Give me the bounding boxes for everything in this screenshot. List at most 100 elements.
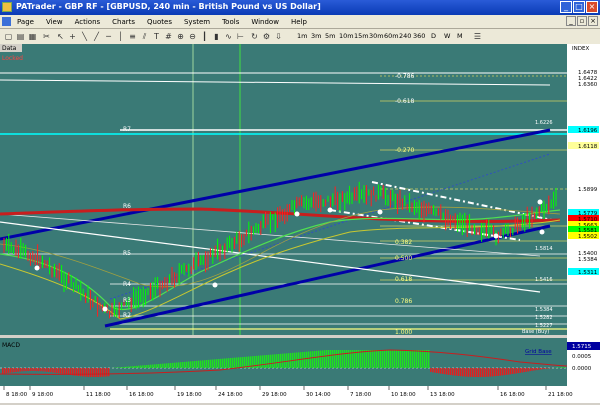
menu-quotes[interactable]: Quotes <box>141 18 178 26</box>
macd-bar <box>320 351 321 369</box>
menu-window[interactable]: Window <box>245 18 285 26</box>
tf-3m[interactable]: 3m <box>311 31 321 42</box>
tf-60m[interactable]: 60m <box>384 31 399 42</box>
candle-icon[interactable]: ▮ <box>211 31 222 42</box>
ray-icon[interactable]: ╱ <box>91 31 102 42</box>
bar-icon[interactable]: ┃ <box>199 31 210 42</box>
menu-help[interactable]: Help <box>285 18 313 26</box>
fib-value: 1.6226 <box>535 120 553 126</box>
open-icon[interactable]: ▤ <box>15 31 26 42</box>
new-icon[interactable]: ▢ <box>3 31 14 42</box>
macd-bar <box>534 368 535 370</box>
tf-360[interactable]: 360 <box>413 31 425 42</box>
macd-bar <box>498 368 499 376</box>
tf-1m[interactable]: 1m <box>297 31 307 42</box>
line-icon[interactable]: ╲ <box>79 31 90 42</box>
macd-bar <box>478 368 479 377</box>
macd-bar <box>490 368 491 377</box>
vline-icon[interactable]: │ <box>115 31 126 42</box>
properties-icon[interactable]: ☰ <box>472 31 483 42</box>
macd-bar <box>390 350 391 368</box>
macd-bar <box>272 355 273 369</box>
macd-bar <box>446 368 447 375</box>
period-daily[interactable]: D <box>431 31 436 42</box>
menu-actions[interactable]: Actions <box>69 18 107 26</box>
export-icon[interactable]: ⇩ <box>273 31 284 42</box>
macd-bar <box>424 350 425 368</box>
macd-bar <box>196 361 197 368</box>
period-weekly[interactable]: W <box>444 31 450 42</box>
tf-30m[interactable]: 30m <box>369 31 384 42</box>
pane-separator[interactable] <box>0 335 567 338</box>
macd-bar <box>6 368 7 373</box>
macd-bar <box>16 368 17 372</box>
chart-canvas[interactable]: -0.786 -0.618 -0.270 0.382 0.500 0.618 0… <box>0 44 600 403</box>
menu-page[interactable]: Page <box>11 18 40 26</box>
hline-icon[interactable]: ─ <box>103 31 114 42</box>
macd-bar <box>264 355 265 368</box>
tf-10m[interactable]: 10m <box>339 31 354 42</box>
time-label: 13 18:00 <box>430 392 455 398</box>
cut-icon[interactable]: ✂ <box>41 31 52 42</box>
chart-area[interactable]: -0.786 -0.618 -0.270 0.382 0.500 0.618 0… <box>0 44 600 403</box>
macd-bar <box>256 356 257 368</box>
mdi-close-button[interactable]: × <box>588 16 598 26</box>
macd-bar <box>362 350 363 368</box>
close-button[interactable]: × <box>586 1 598 13</box>
menu-charts[interactable]: Charts <box>106 18 141 26</box>
zoom-in-icon[interactable]: ⊕ <box>175 31 186 42</box>
macd-bar <box>462 368 463 376</box>
menu-view[interactable]: View <box>40 18 69 26</box>
channel-icon[interactable]: ⫽ <box>139 31 150 42</box>
macd-bar <box>268 355 269 368</box>
macd-bar <box>214 359 215 368</box>
menu-system[interactable]: System <box>178 18 216 26</box>
refresh-icon[interactable]: ↻ <box>249 31 260 42</box>
macd-bar <box>26 368 27 371</box>
fib-icon[interactable]: ≡ <box>127 31 138 42</box>
grid-icon[interactable]: # <box>163 31 174 42</box>
data-label[interactable]: Data <box>2 45 17 52</box>
macd-bar <box>244 357 245 368</box>
settings-icon[interactable]: ⚙ <box>261 31 272 42</box>
macd-bar <box>260 356 261 369</box>
macd-bar <box>536 368 537 370</box>
tf-240[interactable]: 240 <box>399 31 411 42</box>
macd-bar <box>120 367 121 368</box>
tf-5m[interactable]: 5m <box>325 31 335 42</box>
macd-bar <box>400 350 401 368</box>
macd-bar <box>164 364 165 369</box>
time-label: 19 18:00 <box>177 392 202 398</box>
text-tool-icon[interactable]: T <box>151 31 162 42</box>
tf-15m[interactable]: 15m <box>354 31 369 42</box>
macd-bar <box>530 368 531 371</box>
macd-bar <box>10 368 11 373</box>
ruler-icon[interactable]: ⊢ <box>235 31 246 42</box>
indicator-icon[interactable]: ∿ <box>223 31 234 42</box>
print-icon[interactable]: ▦ <box>27 31 38 42</box>
mdi-restore-button[interactable]: ▫ <box>577 16 587 26</box>
menu-tools[interactable]: Tools <box>216 18 245 26</box>
crosshair-icon[interactable]: + <box>67 31 78 42</box>
macd-bar <box>60 368 61 374</box>
minimize-button[interactable]: _ <box>560 1 572 13</box>
maximize-button[interactable]: □ <box>573 1 585 13</box>
macd-bar <box>184 362 185 368</box>
macd-bar <box>274 354 275 368</box>
pointer-icon[interactable]: ↖ <box>55 31 66 42</box>
macd-bar <box>138 366 139 368</box>
macd-bar <box>190 361 191 368</box>
mdi-minimize-button[interactable]: _ <box>566 16 576 26</box>
macd-bar <box>146 365 147 368</box>
macd-bar <box>210 360 211 368</box>
period-monthly[interactable]: M <box>457 31 463 42</box>
zoom-out-icon[interactable]: ⊖ <box>187 31 198 42</box>
macd-bar <box>116 368 117 369</box>
macd-bar <box>538 368 539 370</box>
macd-bar <box>488 368 489 377</box>
grid-base-label[interactable]: Grid Base <box>525 349 552 355</box>
macd-bar <box>332 350 333 368</box>
macd-bar <box>394 350 395 368</box>
toolbar: ▢ ▤ ▦ ✂ ↖ + ╲ ╱ ─ │ ≡ ⫽ T # ⊕ ⊖ ┃ ▮ ∿ ⊢ … <box>0 29 600 45</box>
macd-bar <box>232 358 233 368</box>
